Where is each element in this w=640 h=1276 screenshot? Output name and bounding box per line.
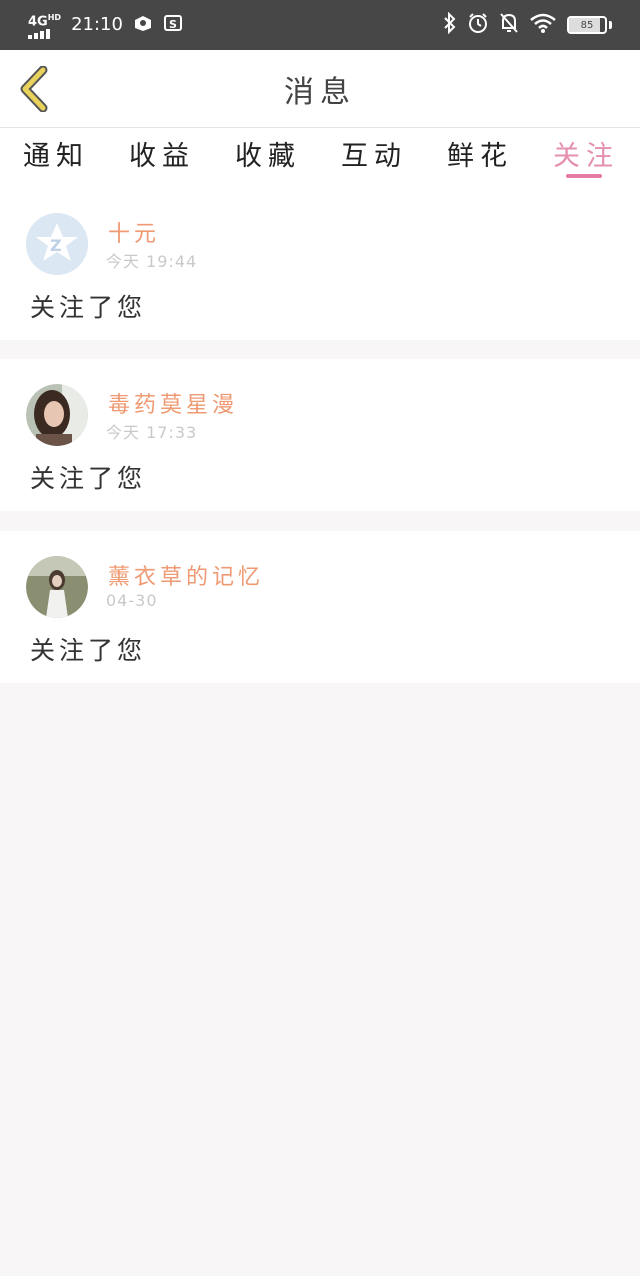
network-sub-label: HD — [47, 13, 62, 23]
username[interactable]: 毒药莫星漫 — [108, 387, 238, 419]
username[interactable]: 薰衣草的记忆 — [108, 559, 264, 591]
app-header: 消息 — [0, 50, 640, 128]
avatar[interactable]: Z — [26, 213, 88, 275]
list-item[interactable]: 薰衣草的记忆 04-30 关注了您 — [0, 531, 640, 683]
timestamp: 04-30 — [106, 591, 158, 610]
alarm-icon — [467, 12, 489, 39]
default-avatar-icon: Z — [26, 213, 88, 275]
battery-icon: 85 — [567, 16, 607, 34]
message-text: 关注了您 — [30, 464, 147, 493]
tab-notice[interactable]: 通知 — [16, 134, 96, 173]
tab-favorites[interactable]: 收藏 — [228, 134, 308, 173]
active-tab-indicator — [566, 174, 602, 178]
network-indicator: 4GHD — [28, 11, 62, 39]
status-right: 85 — [443, 11, 612, 39]
app-notification-icon — [133, 14, 153, 36]
svg-text:Z: Z — [50, 236, 62, 255]
user-photo-icon — [26, 556, 88, 618]
tab-bar: 通知 收益 收藏 互动 鲜花 关注 — [0, 128, 640, 188]
status-left: 4GHD 21:10 S — [28, 11, 183, 39]
screenshot-app-icon: S — [163, 14, 183, 36]
battery-level: 85 — [580, 19, 594, 31]
message-text: 关注了您 — [30, 636, 147, 665]
status-bar: 4GHD 21:10 S 85 — [0, 0, 640, 50]
bluetooth-icon — [443, 11, 457, 39]
signal-icon — [28, 28, 50, 39]
tab-interactions[interactable]: 互动 — [334, 134, 414, 173]
back-button[interactable] — [16, 65, 52, 113]
username[interactable]: 十元 — [108, 216, 160, 248]
tab-follows[interactable]: 关注 — [546, 134, 626, 173]
network-label: 4G — [28, 14, 48, 30]
page-title: 消息 — [284, 74, 356, 110]
battery-tip — [609, 21, 612, 29]
message-text: 关注了您 — [30, 293, 147, 322]
tab-flowers[interactable]: 鲜花 — [440, 134, 520, 173]
avatar[interactable] — [26, 556, 88, 618]
wifi-icon — [529, 13, 557, 38]
list-item[interactable]: 毒药莫星漫 今天 17:33 关注了您 — [0, 359, 640, 511]
avatar[interactable] — [26, 384, 88, 446]
timestamp: 今天 17:33 — [106, 423, 198, 442]
svg-text:S: S — [169, 18, 177, 31]
tab-earnings[interactable]: 收益 — [122, 134, 202, 173]
chevron-left-icon — [20, 65, 48, 113]
timestamp: 今天 19:44 — [106, 252, 198, 271]
user-photo-icon — [26, 384, 88, 446]
mute-notification-icon — [499, 12, 519, 39]
clock: 21:10 — [71, 14, 123, 36]
list-item[interactable]: Z 十元 今天 19:44 关注了您 — [0, 188, 640, 340]
